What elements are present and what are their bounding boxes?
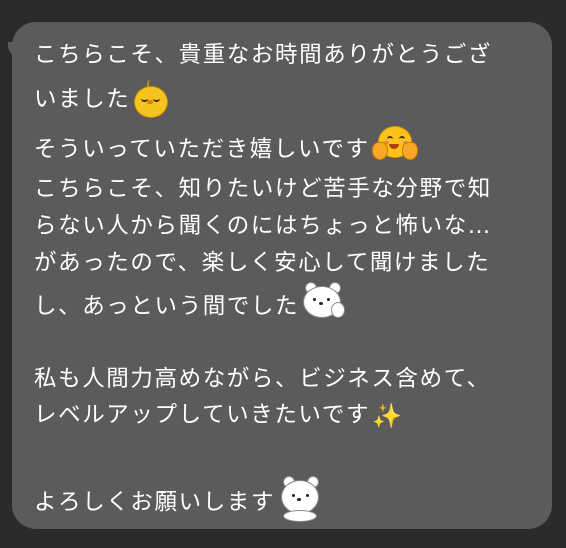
white-bear-sitting-sticker-icon <box>277 474 323 524</box>
hugging-face-icon <box>371 124 418 164</box>
sleepy-chick-icon <box>132 80 169 118</box>
chat-screen: こちらこそ、貴重なお時間ありがとうござ いました そういっていただき嬉しいです … <box>0 0 566 548</box>
message-line: いました <box>34 80 169 118</box>
bubble-tail <box>8 36 30 58</box>
message-line: があったので、楽しく安心して聞けました <box>34 250 491 276</box>
white-bear-sticker-icon <box>301 282 347 324</box>
sparkles-icon: ✨ <box>372 401 404 430</box>
message-line: こちらこそ、貴重なお時間ありがとうござ <box>34 42 492 68</box>
message-line: そういっていただき嬉しいです <box>34 126 418 170</box>
message-line: よろしくお願いします <box>34 476 323 528</box>
message-line: レベルアップしていきたいです✨ <box>34 401 404 430</box>
message-line: らない人から聞くのにはちょっと怖いな… <box>34 213 492 239</box>
message-bubble[interactable]: こちらこそ、貴重なお時間ありがとうござ いました そういっていただき嬉しいです … <box>12 22 552 529</box>
message-line: 私も人間力高めながら、ビジネス含めて、 <box>34 366 491 392</box>
message-line: こちらこそ、知りたいけど苦手な分野で知 <box>34 176 492 202</box>
message-line: し、あっという間でした <box>34 282 347 328</box>
